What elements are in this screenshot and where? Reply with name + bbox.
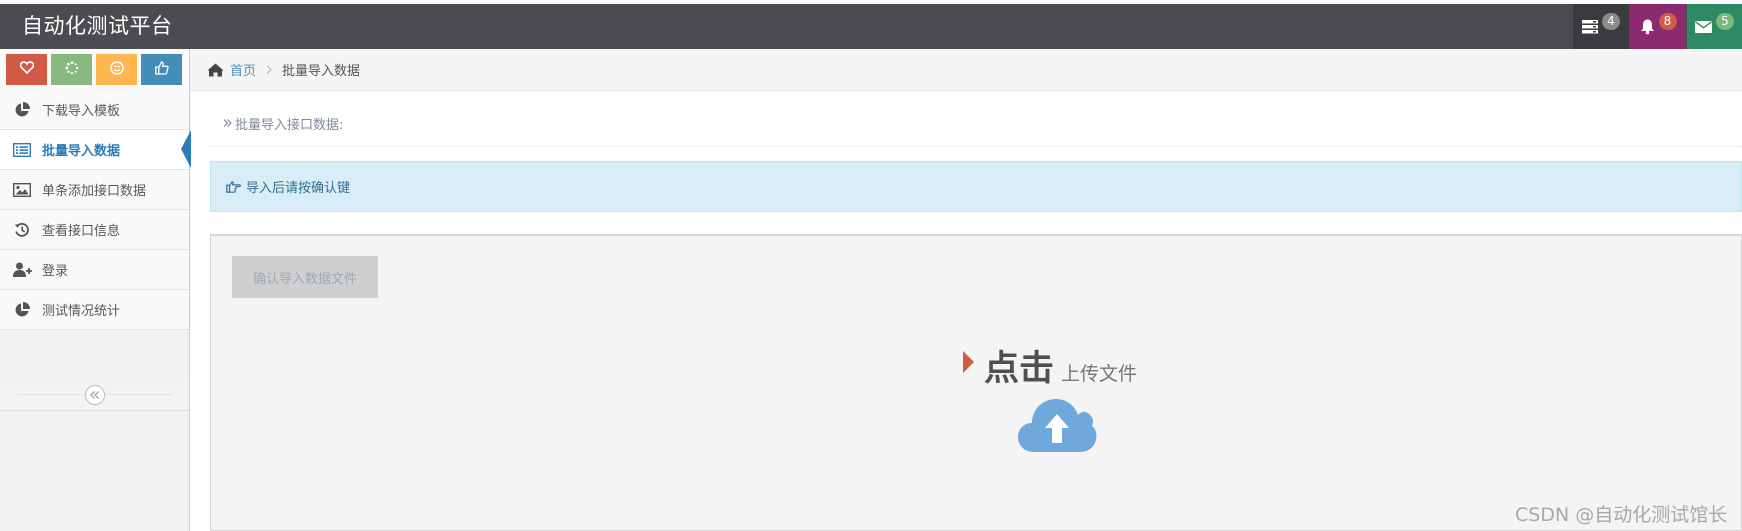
file-dropzone[interactable]: 确认导入数据文件 点击 上传文件 bbox=[210, 234, 1742, 531]
sidebar-item-view-api-info[interactable]: 查看接口信息 bbox=[0, 210, 189, 250]
smile-icon bbox=[109, 60, 124, 79]
notifications-count-badge: 8 bbox=[1658, 13, 1677, 30]
list-alt-icon bbox=[11, 142, 33, 157]
thumbs-up-icon bbox=[154, 60, 169, 79]
double-angle-left-icon bbox=[89, 389, 100, 402]
tasks-button[interactable]: 4 bbox=[1573, 4, 1629, 49]
sidebar-shortcuts bbox=[0, 49, 189, 91]
double-angle-right-icon bbox=[223, 116, 232, 131]
sidebar-item-test-statistics[interactable]: 测试情况统计 bbox=[0, 290, 189, 330]
sidebar-item-label: 查看接口信息 bbox=[42, 224, 121, 239]
tasks-count-badge: 4 bbox=[1602, 13, 1620, 30]
messages-button[interactable]: 5 bbox=[1687, 4, 1742, 49]
sidebar-item-add-single-api[interactable]: 单条添加接口数据 bbox=[0, 170, 189, 210]
dropzone-message: 点击 上传文件 bbox=[963, 340, 1137, 391]
history-icon bbox=[11, 222, 33, 238]
sidebar-collapse-button[interactable] bbox=[84, 385, 105, 405]
hand-right-icon bbox=[226, 180, 241, 193]
page-header: 批量导入接口数据: bbox=[210, 100, 1742, 147]
picture-icon bbox=[11, 182, 33, 197]
top-navbar: 自动化测试平台 4 8 5 bbox=[0, 4, 1742, 49]
sidebar-menu: 下载导入模板 批量导入数据 单条添加接口数据 查看接口信息 登录 测试情况统计 bbox=[0, 90, 191, 330]
sidebar-item-label: 下载导入模板 bbox=[42, 104, 121, 119]
shortcut-spinner-button[interactable] bbox=[51, 54, 92, 85]
sidebar-item-label: 单条添加接口数据 bbox=[42, 184, 147, 199]
bell-icon bbox=[1640, 19, 1655, 35]
cloud-upload-icon[interactable] bbox=[1017, 394, 1097, 458]
breadcrumb-home-link[interactable]: 首页 bbox=[230, 60, 256, 79]
app-title[interactable]: 自动化测试平台 bbox=[22, 4, 173, 49]
sidebar-item-download-template[interactable]: 下载导入模板 bbox=[0, 90, 189, 130]
shortcut-heart-button[interactable] bbox=[6, 54, 47, 85]
dropzone-upload-text: 上传文件 bbox=[1061, 363, 1138, 385]
user-plus-icon bbox=[11, 262, 33, 277]
spinner-icon bbox=[64, 60, 79, 79]
sidebar-item-batch-import[interactable]: 批量导入数据 bbox=[0, 130, 191, 170]
sidebar-item-label: 批量导入数据 bbox=[42, 144, 121, 159]
alert-text: 导入后请按确认键 bbox=[246, 181, 351, 196]
sidebar: 下载导入模板 批量导入数据 单条添加接口数据 查看接口信息 登录 测试情况统计 bbox=[0, 49, 191, 531]
caret-right-icon bbox=[963, 350, 974, 373]
info-alert: 导入后请按确认键 bbox=[210, 161, 1742, 212]
confirm-import-button[interactable]: 确认导入数据文件 bbox=[232, 256, 378, 298]
sidebar-item-label: 登录 bbox=[42, 264, 69, 279]
sidebar-item-login[interactable]: 登录 bbox=[0, 250, 189, 290]
watermark-text: CSDN @自动化测试馆长 bbox=[1515, 504, 1728, 526]
sidebar-item-label: 测试情况统计 bbox=[42, 304, 121, 319]
pie-chart-icon bbox=[11, 101, 33, 118]
shortcut-smile-button[interactable] bbox=[96, 54, 137, 85]
breadcrumb-separator-icon bbox=[266, 63, 272, 77]
breadcrumb-current: 批量导入数据 bbox=[282, 64, 361, 79]
envelope-icon bbox=[1695, 20, 1712, 33]
breadcrumb: 首页 批量导入数据 bbox=[190, 49, 1742, 91]
sidebar-collapse-bar bbox=[0, 380, 189, 411]
dropzone-click-text: 点击 bbox=[984, 349, 1055, 389]
home-icon[interactable] bbox=[207, 63, 224, 77]
notifications-button[interactable]: 8 bbox=[1630, 4, 1686, 49]
tasks-icon bbox=[1582, 19, 1598, 34]
page-title: 批量导入接口数据: bbox=[235, 117, 344, 133]
heart-icon bbox=[19, 61, 34, 78]
pie-chart-icon bbox=[11, 301, 33, 318]
shortcut-thumbs-up-button[interactable] bbox=[141, 54, 182, 85]
messages-count-badge: 5 bbox=[1716, 13, 1734, 30]
